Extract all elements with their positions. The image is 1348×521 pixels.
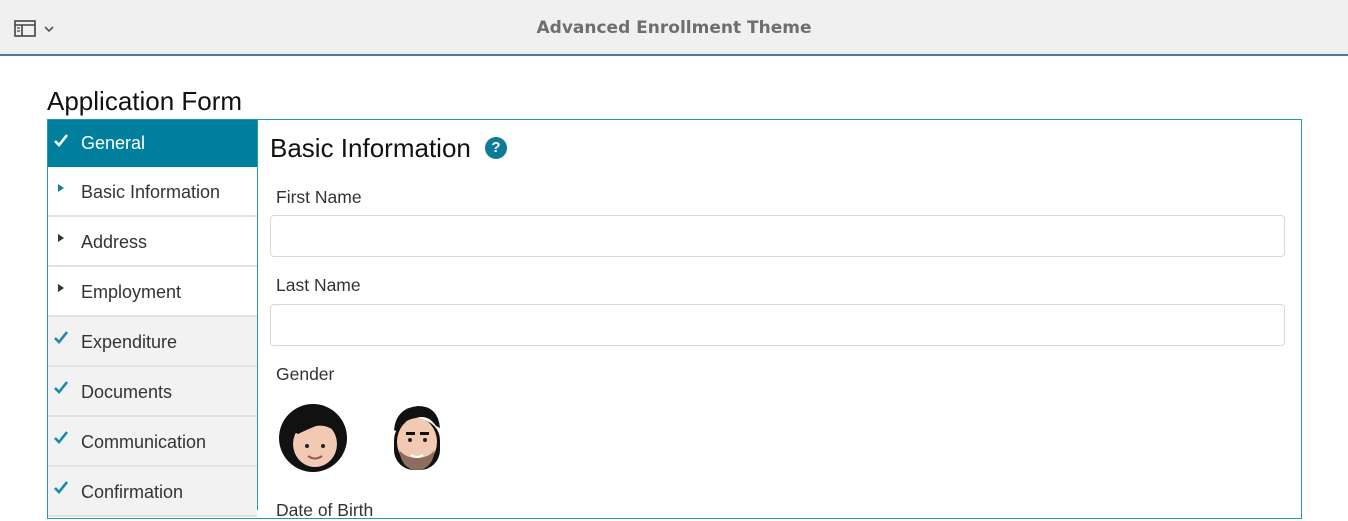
first-name-input[interactable]: [270, 215, 1285, 257]
nav-item-basic-information[interactable]: Basic Information: [48, 167, 257, 217]
triangle-right-icon: [54, 281, 68, 295]
nav-item-address[interactable]: Address: [48, 217, 257, 267]
nav-item-expenditure[interactable]: Expenditure: [48, 317, 257, 367]
nav-item-label: Employment: [81, 282, 182, 302]
nav-item-label: Expenditure: [81, 332, 178, 352]
checkmark-icon: [54, 481, 68, 495]
date-of-birth-label: Date of Birth: [276, 500, 374, 520]
triangle-right-icon: [54, 231, 68, 245]
last-name-label: Last Name: [276, 275, 361, 295]
form-navigation: General Basic Information Address Employ…: [48, 120, 257, 517]
nav-item-label: General: [81, 133, 146, 153]
panel-heading: Basic Information: [270, 133, 471, 163]
male-avatar-icon[interactable]: [380, 400, 454, 474]
last-name-input[interactable]: [270, 304, 1285, 346]
nav-item-general[interactable]: General: [48, 120, 257, 167]
triangle-right-icon: [54, 181, 68, 195]
top-bar: Advanced Enrollment Theme: [0, 0, 1348, 56]
help-icon[interactable]: ?: [485, 137, 507, 159]
nav-item-communication[interactable]: Communication: [48, 417, 257, 467]
gender-label: Gender: [276, 364, 335, 384]
first-name-label: First Name: [276, 187, 362, 207]
window-title: Advanced Enrollment Theme: [536, 18, 812, 38]
nav-item-label: Confirmation: [81, 482, 184, 502]
nav-item-documents[interactable]: Documents: [48, 367, 257, 417]
nav-item-label: Address: [81, 232, 148, 252]
nav-item-label: Basic Information: [81, 182, 221, 202]
form-title: Application Form: [47, 86, 243, 116]
nav-item-employment[interactable]: Employment: [48, 267, 257, 317]
checkmark-icon: [54, 134, 68, 148]
checkmark-icon: [54, 431, 68, 445]
nav-item-label: Communication: [81, 432, 207, 452]
basic-information-panel: Basic Information ? First Name Last Name…: [257, 120, 1301, 520]
checkmark-icon: [54, 381, 68, 395]
checkmark-icon: [54, 331, 68, 345]
female-avatar-icon[interactable]: [276, 400, 350, 474]
nav-item-label: Documents: [81, 382, 173, 402]
